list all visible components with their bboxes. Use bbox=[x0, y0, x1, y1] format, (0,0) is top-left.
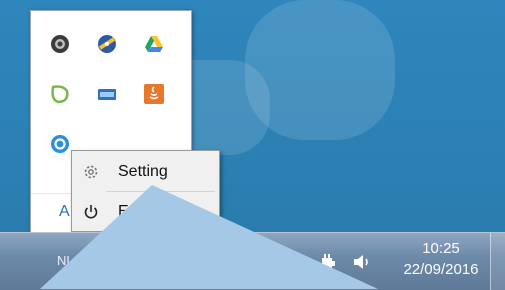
disc-icon[interactable] bbox=[96, 33, 118, 55]
context-menu: Setting E bbox=[71, 150, 220, 232]
power-icon bbox=[80, 201, 102, 223]
menu-item-setting[interactable]: Setting bbox=[74, 155, 217, 189]
steam-icon[interactable] bbox=[49, 33, 71, 55]
language-indicator[interactable]: NL bbox=[57, 253, 74, 268]
blue-app-icon[interactable] bbox=[49, 133, 71, 155]
google-drive-icon[interactable] bbox=[143, 33, 165, 55]
customize-link[interactable]: A bbox=[59, 203, 70, 221]
signal-icon[interactable] bbox=[170, 250, 194, 274]
power-icon[interactable] bbox=[316, 250, 340, 274]
clock-time: 10:25 bbox=[422, 240, 460, 257]
gear-icon bbox=[80, 161, 102, 183]
volume-icon[interactable] bbox=[350, 250, 374, 274]
update-icon[interactable] bbox=[133, 250, 157, 274]
menu-item-exit-label: E bbox=[118, 203, 129, 220]
system-clock[interactable]: 10:25 22/09/2016 bbox=[395, 239, 487, 281]
background-shape bbox=[245, 0, 395, 140]
flag-icon[interactable] bbox=[280, 250, 304, 274]
show-hidden-icons-icon[interactable] bbox=[98, 250, 122, 274]
show-desktop-button[interactable] bbox=[490, 233, 505, 290]
network-card-icon[interactable] bbox=[96, 83, 118, 105]
leaf-icon[interactable] bbox=[49, 83, 71, 105]
tablet-icon[interactable] bbox=[245, 250, 269, 274]
clock-date: 22/09/2016 bbox=[403, 261, 479, 278]
menu-separator bbox=[106, 191, 215, 192]
sync-check-icon[interactable] bbox=[208, 250, 232, 274]
java-icon[interactable] bbox=[143, 83, 165, 105]
menu-item-setting-label: Setting bbox=[118, 163, 168, 180]
taskbar: NL 10:25 22/09/2016 bbox=[0, 232, 505, 290]
menu-item-exit[interactable]: E bbox=[74, 195, 217, 229]
